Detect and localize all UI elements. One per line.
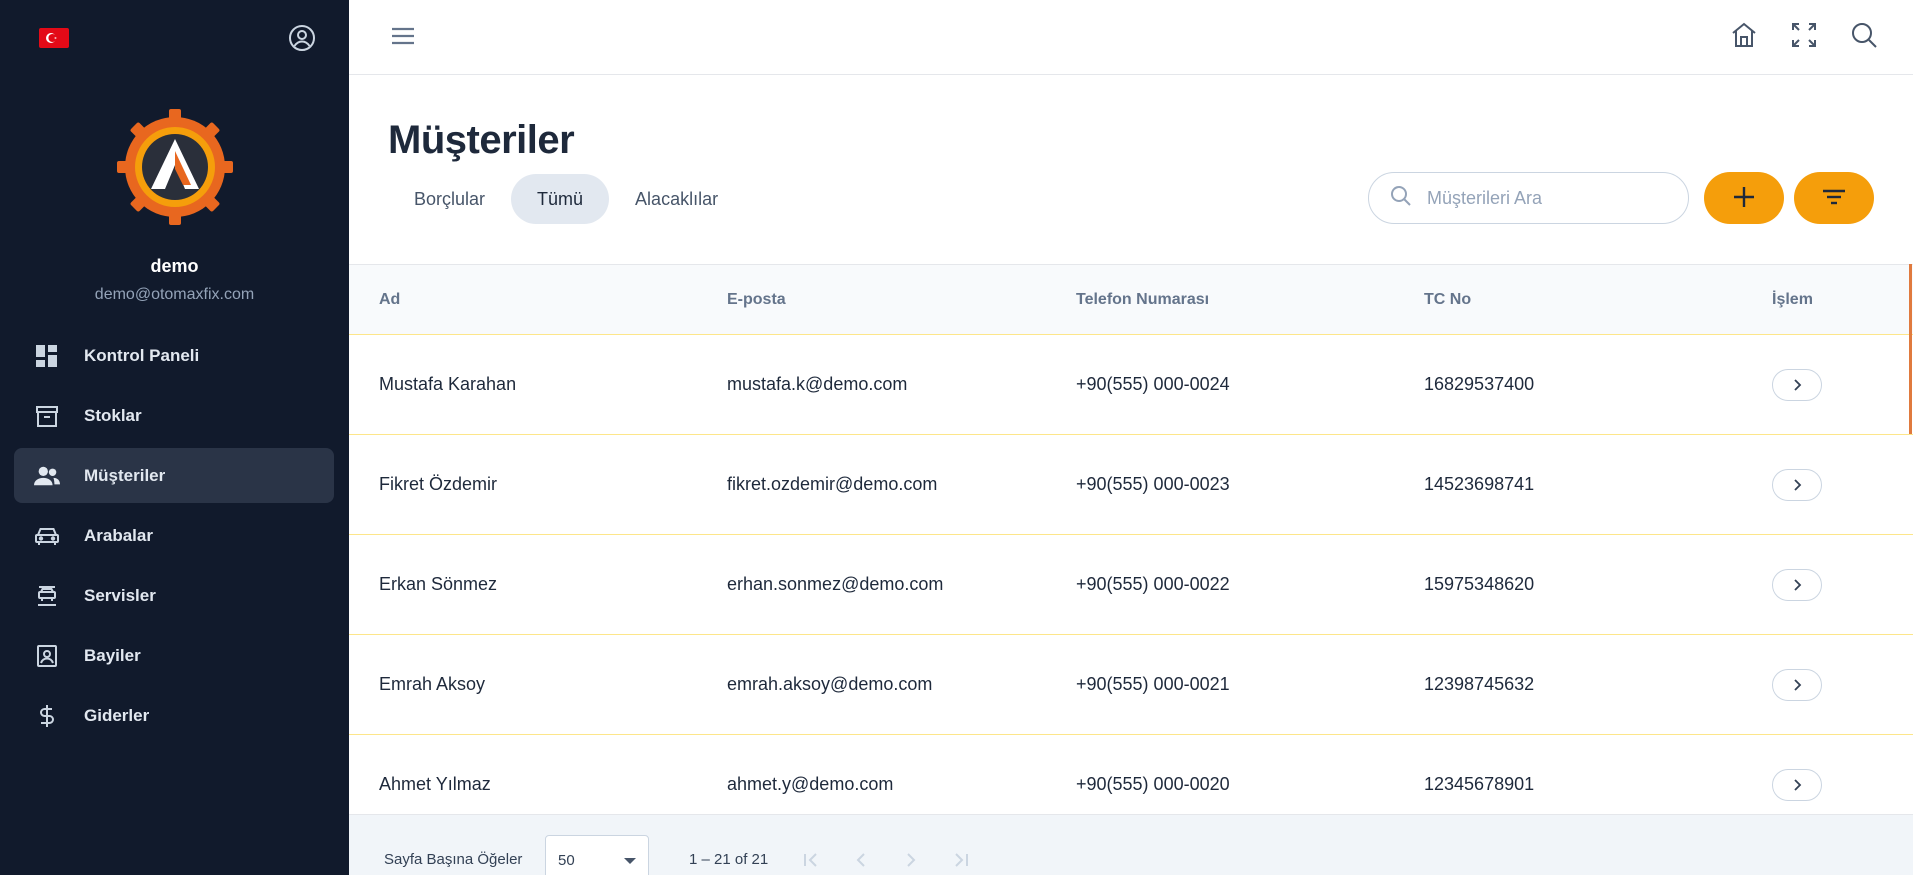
top-bar bbox=[349, 0, 1913, 75]
customer-name: Erkan Sönmez bbox=[379, 574, 498, 594]
table-header: Ad E-posta Telefon Numarası TC No İşlem bbox=[349, 265, 1913, 335]
tab-borclular[interactable]: Borçlular bbox=[388, 174, 511, 224]
table-row[interactable]: Erkan Sönmez erhan.sonmez@demo.com +90(5… bbox=[349, 535, 1913, 635]
page-range: 1 – 21 of 21 bbox=[689, 851, 769, 868]
next-page-icon[interactable] bbox=[899, 848, 923, 872]
customer-email: ahmet.y@demo.com bbox=[727, 774, 894, 794]
row-detail-button[interactable] bbox=[1772, 668, 1822, 701]
sidebar-item-label: Arabalar bbox=[84, 525, 153, 545]
car-icon bbox=[34, 523, 60, 549]
customer-email: mustafa.k@demo.com bbox=[727, 374, 908, 394]
customer-phone: +90(555) 000-0020 bbox=[1076, 774, 1230, 794]
column-header-islem: İşlem bbox=[1772, 290, 1813, 308]
customers-table: Ad E-posta Telefon Numarası TC No İşlem … bbox=[349, 264, 1913, 814]
chevron-right-icon bbox=[1794, 478, 1802, 491]
customer-phone: +90(555) 000-0024 bbox=[1076, 374, 1230, 394]
chevron-down-icon bbox=[624, 858, 636, 864]
sidebar-item-giderler[interactable]: Giderler bbox=[14, 688, 334, 743]
people-icon bbox=[34, 463, 60, 489]
sidebar-item-kontrol-paneli[interactable]: Kontrol Paneli bbox=[14, 328, 334, 383]
customer-name: Ahmet Yılmaz bbox=[379, 774, 491, 794]
customer-phone: +90(555) 000-0021 bbox=[1076, 674, 1230, 694]
column-header-tc[interactable]: TC No bbox=[1424, 291, 1471, 309]
plus-icon bbox=[1731, 184, 1757, 213]
previous-page-icon[interactable] bbox=[849, 848, 873, 872]
customer-phone: +90(555) 000-0023 bbox=[1076, 474, 1230, 494]
user-account-icon[interactable] bbox=[288, 24, 316, 52]
sidebar-item-arabalar[interactable]: Arabalar bbox=[14, 508, 334, 563]
sidebar-item-label: Müşteriler bbox=[84, 465, 166, 485]
row-detail-button[interactable] bbox=[1772, 568, 1822, 601]
customer-email: emrah.aksoy@demo.com bbox=[727, 674, 933, 694]
customer-name: Emrah Aksoy bbox=[379, 674, 486, 694]
sidebar-item-label: Servisler bbox=[84, 585, 156, 605]
tab-tumu[interactable]: Tümü bbox=[511, 174, 610, 224]
sidebar-item-label: Bayiler bbox=[84, 645, 141, 665]
customer-name: Mustafa Karahan bbox=[379, 374, 517, 394]
customer-name: Fikret Özdemir bbox=[379, 474, 498, 494]
customer-tc: 16829537400 bbox=[1424, 374, 1535, 394]
filter-button[interactable] bbox=[1794, 172, 1874, 224]
chevron-right-icon bbox=[1794, 578, 1802, 591]
per-page-label: Sayfa Başına Öğeler bbox=[384, 851, 523, 868]
first-page-icon[interactable] bbox=[799, 848, 823, 872]
column-header-telefon[interactable]: Telefon Numarası bbox=[1076, 291, 1209, 309]
hamburger-menu-icon[interactable] bbox=[389, 22, 417, 50]
turkey-flag-icon[interactable] bbox=[39, 28, 69, 48]
customer-email: erhan.sonmez@demo.com bbox=[727, 574, 944, 594]
service-icon bbox=[34, 583, 60, 609]
user-name: demo bbox=[150, 256, 199, 276]
sidebar-nav: Kontrol Paneli Stoklar Müşteriler Arabal… bbox=[14, 328, 334, 748]
column-header-ad[interactable]: Ad bbox=[379, 291, 400, 309]
dollar-icon bbox=[34, 703, 60, 729]
last-page-icon[interactable] bbox=[949, 848, 973, 872]
chevron-right-icon bbox=[1794, 678, 1802, 691]
row-detail-button[interactable] bbox=[1772, 468, 1822, 501]
search-input[interactable] bbox=[1427, 187, 1657, 209]
filter-tabs: Borçlular Tümü Alacaklılar bbox=[388, 174, 744, 224]
logo bbox=[115, 107, 235, 227]
sidebar-item-musteriler[interactable]: Müşteriler bbox=[14, 448, 334, 503]
search-box bbox=[1368, 172, 1689, 224]
per-page-select[interactable]: 50 bbox=[545, 835, 649, 875]
sidebar: demo demo@otomaxfix.com Kontrol Paneli S… bbox=[0, 0, 349, 875]
column-header-eposta[interactable]: E-posta bbox=[727, 291, 786, 309]
search-icon bbox=[1389, 184, 1413, 213]
sidebar-item-label: Giderler bbox=[84, 705, 150, 725]
paginator: Sayfa Başına Öğeler 50 1 – 21 of 21 bbox=[349, 814, 1913, 875]
sidebar-item-servisler[interactable]: Servisler bbox=[14, 568, 334, 623]
dealer-icon bbox=[34, 643, 60, 669]
sidebar-item-label: Stoklar bbox=[84, 405, 142, 425]
page-title: Müşteriler bbox=[388, 118, 575, 162]
sidebar-item-label: Kontrol Paneli bbox=[84, 345, 200, 365]
fullscreen-icon[interactable] bbox=[1789, 20, 1819, 50]
customer-tc: 14523698741 bbox=[1424, 474, 1535, 494]
row-detail-button[interactable] bbox=[1772, 368, 1822, 401]
archive-icon bbox=[34, 403, 60, 429]
row-detail-button[interactable] bbox=[1772, 768, 1822, 801]
customer-tc: 12345678901 bbox=[1424, 774, 1535, 794]
home-icon[interactable] bbox=[1729, 20, 1759, 50]
scrollbar-thumb[interactable] bbox=[1909, 264, 1912, 434]
dashboard-icon bbox=[34, 343, 60, 369]
sidebar-item-bayiler[interactable]: Bayiler bbox=[14, 628, 334, 683]
table-row[interactable]: Ahmet Yılmaz ahmet.y@demo.com +90(555) 0… bbox=[349, 735, 1913, 814]
per-page-value: 50 bbox=[558, 852, 575, 869]
table-row[interactable]: Emrah Aksoy emrah.aksoy@demo.com +90(555… bbox=[349, 635, 1913, 735]
customer-phone: +90(555) 000-0022 bbox=[1076, 574, 1230, 594]
sidebar-item-stoklar[interactable]: Stoklar bbox=[14, 388, 334, 443]
customer-email: fikret.ozdemir@demo.com bbox=[727, 474, 938, 494]
tab-alacaklilar[interactable]: Alacaklılar bbox=[609, 174, 744, 224]
add-customer-button[interactable] bbox=[1704, 172, 1784, 224]
customer-tc: 15975348620 bbox=[1424, 574, 1535, 594]
chevron-right-icon bbox=[1794, 778, 1802, 791]
table-row[interactable]: Mustafa Karahan mustafa.k@demo.com +90(5… bbox=[349, 335, 1913, 435]
chevron-right-icon bbox=[1794, 378, 1802, 391]
user-email: demo@otomaxfix.com bbox=[94, 286, 255, 303]
table-row[interactable]: Fikret Özdemir fikret.ozdemir@demo.com +… bbox=[349, 435, 1913, 535]
search-icon[interactable] bbox=[1849, 20, 1879, 50]
customer-tc: 12398745632 bbox=[1424, 674, 1535, 694]
filter-icon bbox=[1821, 184, 1847, 213]
